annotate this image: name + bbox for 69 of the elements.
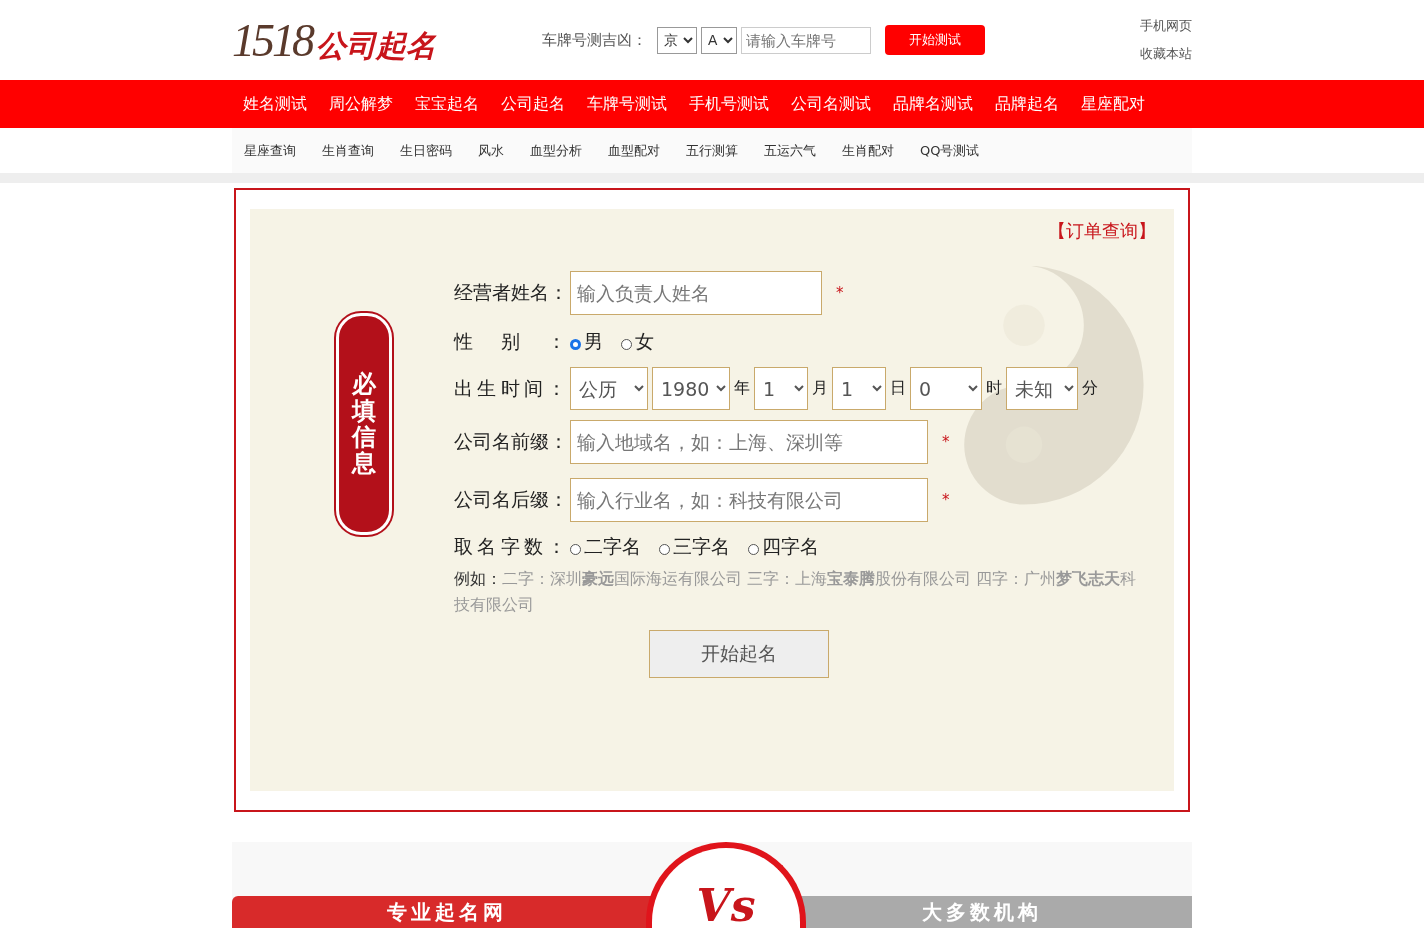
radio-label: 男 — [584, 329, 603, 354]
plate-label: 车牌号测吉凶： — [542, 30, 647, 50]
birth-select[interactable]: 1980 — [652, 367, 730, 410]
order-query-link[interactable]: 【订单查询】 — [1048, 219, 1156, 243]
start-test-button[interactable]: 开始测试 — [885, 25, 985, 55]
field-label: 公司名前缀： — [454, 429, 566, 454]
main-nav-link[interactable]: 公司名测试 — [780, 93, 882, 115]
main-nav-link[interactable]: 周公解梦 — [318, 93, 404, 115]
suffix-field[interactable]: 输入行业名，如：科技有限公司 — [570, 478, 928, 522]
unit-label: 年 — [734, 378, 750, 399]
sub-nav-link[interactable]: 生肖查询 — [310, 141, 388, 160]
required-mark: * — [942, 433, 950, 451]
birth-select[interactable]: 0 — [910, 367, 982, 410]
sub-nav-link[interactable]: 血型配对 — [596, 141, 674, 160]
radio-label: 四字名 — [762, 534, 819, 559]
radio-label: 二字名 — [584, 534, 641, 559]
main-nav-link[interactable]: 公司起名 — [490, 93, 576, 115]
radio-label: 三字名 — [673, 534, 730, 559]
radio-button[interactable] — [570, 339, 581, 350]
main-nav-link[interactable]: 星座配对 — [1070, 93, 1156, 115]
required-mark: * — [836, 284, 844, 302]
radio-button[interactable] — [621, 339, 632, 350]
ribbon-text: 大多数机构 — [922, 898, 1042, 926]
ribbon-text: 专业起名网 — [387, 898, 507, 926]
letter-select[interactable]: A — [701, 26, 737, 54]
birth-select[interactable]: 1 — [754, 367, 808, 410]
owner-name-field[interactable]: 输入负责人姓名 — [570, 271, 822, 315]
main-nav-link[interactable]: 车牌号测试 — [576, 93, 678, 115]
birth-select[interactable]: 1 — [832, 367, 886, 410]
header-link[interactable]: 收藏本站 — [1140, 45, 1192, 63]
field-label: 性别： — [454, 329, 566, 354]
sub-nav-link[interactable]: 生日密码 — [388, 141, 466, 160]
start-naming-button[interactable]: 开始起名 — [649, 630, 829, 678]
sub-nav-link[interactable]: 风水 — [466, 141, 518, 160]
vs-text: Vs — [696, 884, 756, 928]
radio-label: 女 — [635, 329, 654, 354]
sub-nav-link[interactable]: 生肖配对 — [830, 141, 908, 160]
unit-label: 时 — [986, 378, 1002, 399]
sub-nav-link[interactable]: 五行测算 — [674, 141, 752, 160]
sub-nav-link[interactable]: 五运六气 — [752, 141, 830, 160]
sub-nav-link[interactable]: 血型分析 — [518, 141, 596, 160]
prefix-field[interactable]: 输入地域名，如：上海、深圳等 — [570, 420, 928, 464]
logo-number: 1518 — [232, 13, 312, 67]
sub-nav-link[interactable]: 星座查询 — [232, 141, 310, 160]
birth-select[interactable]: 未知 — [1006, 367, 1078, 410]
header-link[interactable]: 手机网页 — [1140, 17, 1192, 35]
province-select[interactable]: 京 — [657, 26, 697, 54]
radio-button[interactable] — [659, 544, 670, 555]
main-nav-link[interactable]: 手机号测试 — [678, 93, 780, 115]
field-label: 经营者姓名： — [454, 280, 566, 305]
example-text: 例如：二字：深圳豪远国际海运有限公司 三字：上海宝泰腾股份有限公司 四字：广州梦飞志天科技有限公司 — [454, 568, 1138, 616]
plate-input-field[interactable]: 请输入车牌号 — [741, 26, 871, 54]
field-label: 出生时间： — [454, 375, 566, 401]
main-nav-link[interactable]: 品牌起名 — [984, 93, 1070, 115]
field-label: 取名字数： — [454, 534, 566, 559]
unit-label: 月 — [812, 378, 828, 399]
unit-label: 日 — [890, 378, 906, 399]
logo-text: 公司起名 — [316, 26, 436, 65]
required-mark: * — [942, 491, 950, 509]
radio-button[interactable] — [570, 544, 581, 555]
tag-text: 必填信息 — [352, 371, 376, 477]
sub-nav-link[interactable]: QQ号测试 — [908, 141, 994, 160]
main-nav-link[interactable]: 姓名测试 — [232, 93, 318, 115]
main-nav-link[interactable]: 品牌名测试 — [882, 93, 984, 115]
unit-label: 分 — [1082, 378, 1098, 399]
birth-select[interactable]: 公历 — [570, 367, 648, 410]
field-label: 公司名后缀： — [454, 487, 566, 512]
radio-button[interactable] — [748, 544, 759, 555]
main-nav-link[interactable]: 宝宝起名 — [404, 93, 490, 115]
